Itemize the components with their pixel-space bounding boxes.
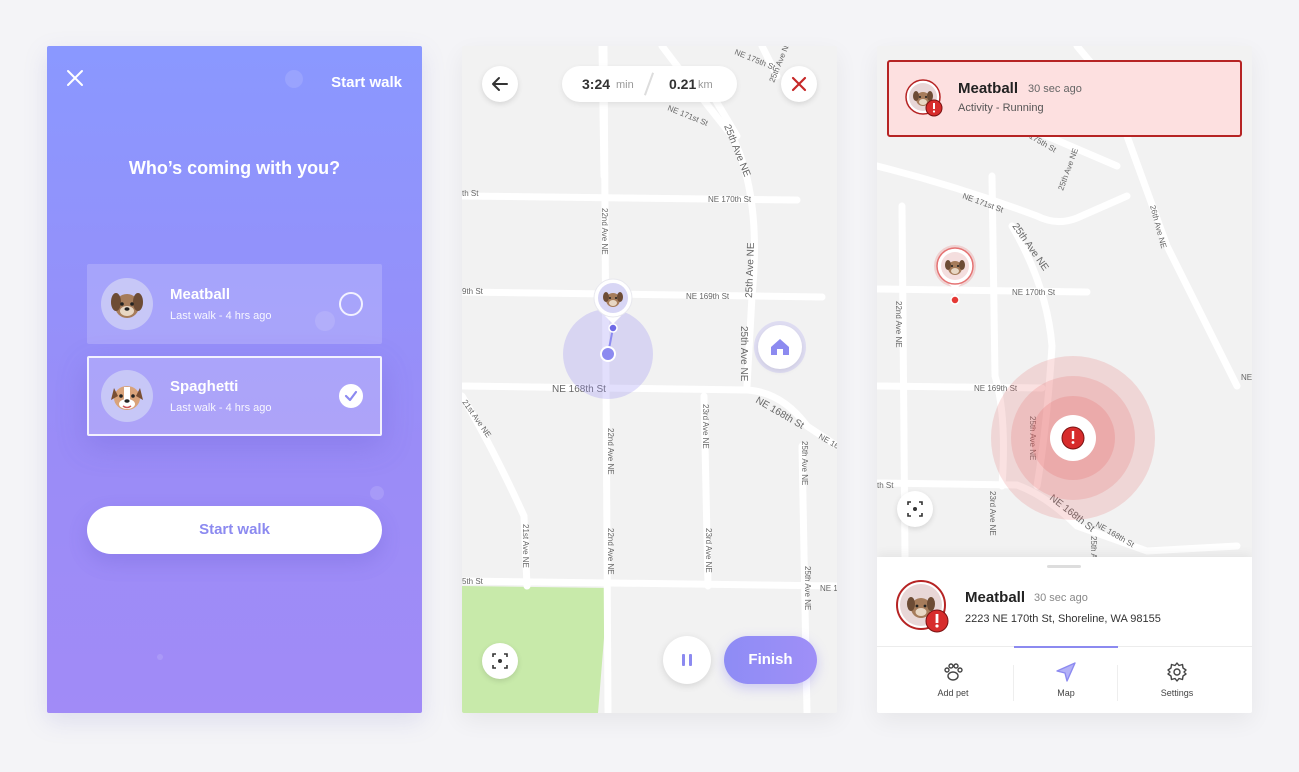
close-icon	[67, 70, 83, 86]
close-icon	[791, 76, 807, 92]
alert-pet-name: Meatball	[958, 80, 1019, 97]
close-button[interactable]	[65, 68, 85, 88]
pet-name: Meatball	[170, 286, 231, 303]
alert-time: 30 sec ago	[1028, 83, 1082, 95]
pet-alert-screen: NE 175th St NE 171st St NE 170th St NE 1…	[877, 46, 1252, 713]
select-checkbox[interactable]	[339, 292, 363, 316]
pause-icon	[682, 654, 692, 666]
recenter-button[interactable]	[482, 643, 518, 679]
navigation-arrow-icon	[1056, 662, 1076, 682]
street-label: 25th Ave NE	[800, 441, 809, 485]
walk-tracking-screen: NE 175th St NE 171st St NE 170th St NE 1…	[462, 46, 837, 713]
pet-address: 2223 NE 170th St, Shoreline, WA 98155	[965, 613, 1161, 625]
street-label: 25th Ave NE	[738, 326, 749, 382]
street-label: 9th St	[462, 287, 484, 296]
duration-value: 3:24	[582, 76, 611, 92]
street-label: 21st Ave NE	[521, 524, 530, 568]
pet-alert-banner[interactable]: Meatball 30 sec ago Activity - Running	[887, 60, 1242, 137]
pet-detail-sheet: Meatball 30 sec ago 2223 NE 170th St, Sh…	[877, 557, 1252, 713]
cancel-walk-button[interactable]	[781, 66, 817, 102]
checkmark-icon	[344, 390, 358, 402]
duration-unit: min	[616, 79, 634, 91]
home-icon	[771, 339, 789, 355]
avatar	[101, 370, 153, 422]
street-label: 25th Ave NE	[803, 566, 812, 610]
finish-button[interactable]: Finish	[724, 636, 817, 684]
street-label: 22nd Ave NE	[606, 528, 615, 575]
street-label: NE	[1241, 373, 1252, 382]
distance-value: 0.21	[669, 76, 697, 92]
bokeh-decoration	[285, 70, 303, 88]
pet-last-walk: Last walk - 4 hrs ago	[170, 402, 272, 414]
sheet-grab-handle[interactable]	[1047, 565, 1081, 568]
street-label: NE 169th St	[686, 292, 730, 301]
map-canvas[interactable]: NE 175th St NE 171st St NE 170th St NE 1…	[462, 46, 837, 713]
back-button[interactable]	[482, 66, 518, 102]
street-label: 25th Ave NE	[744, 242, 757, 298]
nav-settings[interactable]: Settings	[1125, 647, 1229, 713]
nav-label: Add pet	[937, 688, 969, 698]
pet-avatar-alert	[896, 580, 949, 633]
nav-label: Map	[1057, 688, 1075, 698]
nav-map[interactable]: Map	[1014, 646, 1118, 713]
pet-name: Spaghetti	[170, 378, 239, 395]
street-label: 23rd Ave NE	[701, 404, 710, 449]
alert-activity: Activity - Running	[958, 102, 1044, 114]
nav-label: Settings	[1160, 688, 1194, 698]
pet-last-walk: Last walk - 4 hrs ago	[170, 310, 272, 322]
street-label: 22nd Ave NE	[606, 428, 615, 475]
divider	[643, 72, 655, 96]
pet-card-meatball[interactable]: Meatball Last walk - 4 hrs ago	[87, 264, 382, 344]
bokeh-decoration	[370, 486, 384, 500]
street-label: 23rd Ave NE	[988, 491, 997, 536]
street-label: NE 170th St	[708, 195, 752, 204]
avatar	[101, 278, 153, 330]
crosshair-icon	[492, 653, 508, 669]
street-label: 22nd Ave NE	[600, 208, 609, 255]
alert-icon	[1061, 426, 1085, 450]
select-checkbox[interactable]	[339, 384, 363, 408]
start-walk-header-button[interactable]: Start walk	[331, 74, 402, 91]
bokeh-decoration	[157, 654, 163, 660]
walk-stats-pill: 3:24 min 0.21 km	[562, 66, 737, 102]
dog-icon	[111, 293, 143, 318]
street-label: NE 1	[820, 584, 837, 593]
current-location-dot	[600, 346, 616, 362]
page-title: Who’s coming with you?	[128, 158, 341, 178]
arrow-left-icon	[492, 77, 508, 91]
home-button[interactable]	[758, 325, 802, 369]
pause-button[interactable]	[663, 636, 711, 684]
nav-add-pet[interactable]: Add pet	[901, 647, 1005, 713]
divider	[1117, 665, 1118, 701]
street-label: 22nd Ave NE	[894, 301, 903, 348]
pet-card-spaghetti[interactable]: Spaghetti Last walk - 4 hrs ago	[87, 356, 382, 436]
crosshair-icon	[907, 501, 923, 517]
distance-unit: km	[698, 79, 713, 91]
recenter-button[interactable]	[897, 491, 933, 527]
bulldog-icon	[111, 386, 143, 410]
street-label: 5th St	[462, 577, 484, 586]
paw-icon	[944, 663, 963, 681]
start-walk-button[interactable]: Start walk	[87, 506, 382, 554]
walk-setup-screen: Start walk Who’s coming with you? Meatba…	[47, 46, 422, 713]
alert-avatar	[905, 79, 943, 117]
street-label: 23rd Ave NE	[704, 528, 713, 573]
street-label: th St	[877, 481, 894, 490]
pet-name: Meatball	[965, 589, 1026, 606]
street-label: th St	[462, 189, 479, 198]
street-label: NE 170th St	[1012, 288, 1056, 297]
walk-start-dot	[608, 323, 618, 333]
last-seen-time: 30 sec ago	[1034, 592, 1088, 604]
gear-icon	[1167, 662, 1187, 682]
